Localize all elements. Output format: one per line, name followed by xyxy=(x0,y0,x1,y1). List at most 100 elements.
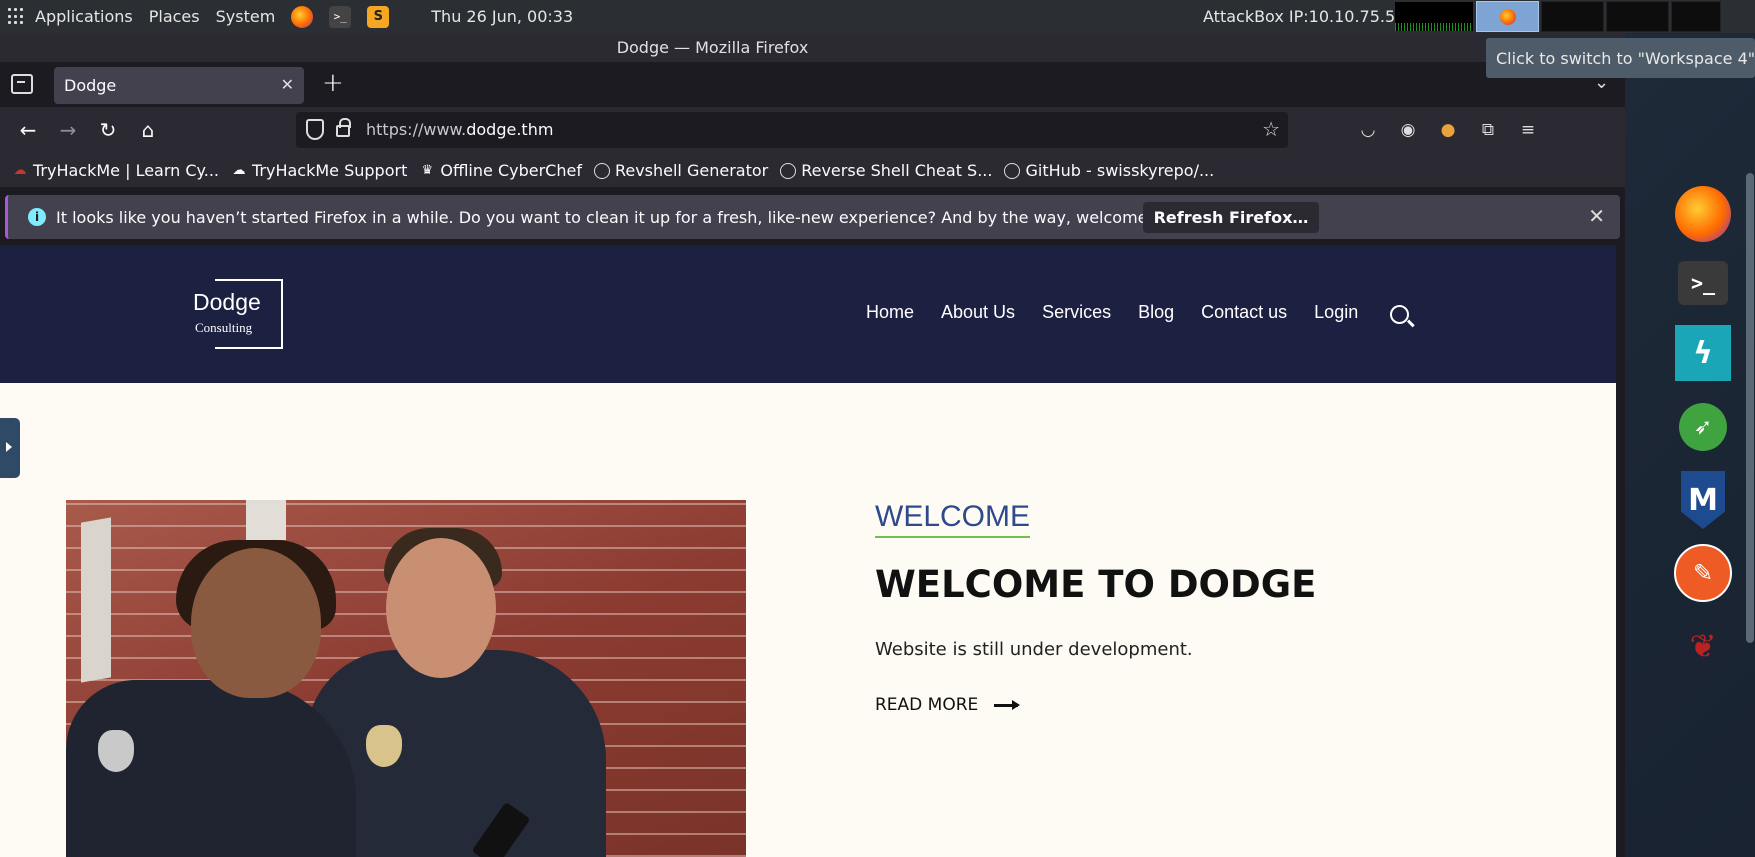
applications-label: Applications xyxy=(35,7,133,26)
nav-services[interactable]: Services xyxy=(1042,302,1111,323)
tracking-protection-icon[interactable] xyxy=(306,119,324,140)
applications-menu[interactable]: Applications xyxy=(0,0,141,33)
menu-icon[interactable]: ≡ xyxy=(1517,119,1539,141)
bolt-app-dock-icon[interactable]: ϟ xyxy=(1675,325,1731,381)
postman-dock-icon[interactable]: ✎ xyxy=(1674,544,1732,602)
logo-title[interactable]: Dodge xyxy=(193,289,261,316)
bookmark-label: TryHackMe | Learn Cy... xyxy=(33,161,219,180)
police-badge-icon xyxy=(98,730,134,772)
attackbox-ip: AttackBox IP:10.10.75.59 xyxy=(1203,7,1406,26)
rocket-app-dock-icon[interactable]: ➶ xyxy=(1679,403,1727,451)
bookmark-label: Offline CyberChef xyxy=(440,161,582,180)
nav-contact-us[interactable]: Contact us xyxy=(1201,302,1287,323)
navigation-toolbar: ← → ↻ ⌂ https://www.dodge.thm ☆ ◡ ◉ ● ⧉ … xyxy=(0,107,1625,154)
welcome-eyebrow: WELCOME xyxy=(875,500,1031,538)
close-notification-icon[interactable]: ✕ xyxy=(1588,204,1605,228)
bookmark-label: Revshell Generator xyxy=(614,161,769,180)
cyberchef-icon: ♛ xyxy=(421,163,434,178)
page-viewport: Dodge Consulting Home About Us Services … xyxy=(0,245,1616,857)
desktop: Applications Places System >_ S Thu 26 J… xyxy=(0,0,1755,857)
metasploit-dock-icon[interactable]: M xyxy=(1681,471,1725,529)
bookmark-tryhackme-support[interactable]: ☁ TryHackMe Support xyxy=(231,161,408,180)
read-more-label: READ MORE xyxy=(875,695,979,715)
bookmark-label: TryHackMe Support xyxy=(252,161,408,180)
places-menu[interactable]: Places xyxy=(141,0,208,33)
tab-dodge[interactable]: Dodge ✕ xyxy=(54,67,304,104)
nav-about-us[interactable]: About Us xyxy=(941,302,1015,323)
terminal-dock-icon[interactable]: >_ xyxy=(1678,261,1728,305)
nav-blog[interactable]: Blog xyxy=(1138,302,1174,323)
account-icon[interactable]: ◉ xyxy=(1397,119,1419,141)
bookmark-star-icon[interactable]: ☆ xyxy=(1262,117,1280,141)
bookmark-revshell-generator[interactable]: Revshell Generator xyxy=(593,161,769,180)
new-tab-button[interactable]: + xyxy=(322,68,344,98)
firefox-icon xyxy=(1499,8,1516,25)
notification-message: It looks like you haven’t started Firefo… xyxy=(56,207,1198,227)
bookmarks-bar: ☁ TryHackMe | Learn Cy... ☁ TryHackMe Su… xyxy=(0,154,1625,187)
firefox-launcher-icon[interactable] xyxy=(291,5,314,28)
bookmark-label: GitHub - swisskyrepo/... xyxy=(1025,161,1215,180)
kali-dragon-dock-icon[interactable]: ❦ xyxy=(1675,618,1731,674)
nav-home[interactable]: Home xyxy=(866,302,914,323)
nav-login[interactable]: Login xyxy=(1314,302,1358,323)
foxyproxy-extension-icon[interactable]: ● xyxy=(1437,119,1459,141)
terminal-launcher-icon[interactable]: >_ xyxy=(329,5,352,28)
workspace-3[interactable] xyxy=(1606,1,1669,32)
refresh-firefox-button[interactable]: Refresh Firefox… xyxy=(1143,202,1319,233)
bookmark-label: Reverse Shell Cheat S... xyxy=(801,161,993,180)
extensions-icon[interactable]: ⧉ xyxy=(1477,119,1499,141)
bookmark-cyberchef[interactable]: ♛ Offline CyberChef xyxy=(419,161,582,180)
globe-icon xyxy=(780,162,797,179)
url-bar[interactable]: https://www.dodge.thm ☆ xyxy=(296,112,1288,148)
reload-button[interactable]: ↻ xyxy=(96,118,120,142)
url-text[interactable]: https://www.dodge.thm xyxy=(366,120,553,139)
tab-bar: Dodge ✕ + ⌄ xyxy=(0,62,1625,107)
main-nav: Home About Us Services Blog Contact us L… xyxy=(866,302,1385,323)
clock[interactable]: Thu 26 Jun, 00:33 xyxy=(423,0,581,33)
workspace-4[interactable] xyxy=(1671,1,1721,32)
url-host: dodge.thm xyxy=(466,120,554,139)
workspace-tooltip: Click to switch to "Workspace 4" xyxy=(1486,38,1755,78)
globe-icon xyxy=(593,162,610,179)
dock: >_ ϟ ➶ M ✎ ❦ xyxy=(1625,33,1755,857)
bookmark-github[interactable]: GitHub - swisskyrepo/... xyxy=(1004,161,1214,180)
bookmark-tryhackme[interactable]: ☁ TryHackMe | Learn Cy... xyxy=(12,161,220,180)
hero-image xyxy=(66,500,746,857)
support-icon: ☁ xyxy=(232,163,246,178)
forward-button[interactable]: → xyxy=(56,118,80,142)
logo-subtitle[interactable]: Consulting xyxy=(195,320,252,336)
home-button[interactable]: ⌂ xyxy=(136,118,160,142)
bookmark-reverse-shell-cheat-sheet[interactable]: Reverse Shell Cheat S... xyxy=(780,161,992,180)
url-prefix: https://www. xyxy=(366,120,467,139)
info-icon: i xyxy=(28,208,46,226)
search-icon[interactable] xyxy=(1390,305,1409,324)
sublime-launcher-icon[interactable]: S xyxy=(367,5,390,28)
tryhackme-icon: ☁ xyxy=(13,163,27,178)
firefox-window: Dodge — Mozilla Firefox Dodge ✕ + ⌄ ← → … xyxy=(0,33,1625,857)
pocket-icon[interactable]: ◡ xyxy=(1357,119,1379,141)
lock-icon[interactable] xyxy=(336,118,351,137)
close-tab-icon[interactable]: ✕ xyxy=(281,75,294,94)
sidebar-toggle-handle[interactable] xyxy=(0,418,20,478)
top-panel: Applications Places System >_ S Thu 26 J… xyxy=(0,0,1755,33)
window-titlebar[interactable]: Dodge — Mozilla Firefox xyxy=(0,33,1625,62)
police-badge-icon xyxy=(366,725,402,767)
workspace-1[interactable] xyxy=(1476,1,1539,32)
window-title: Dodge — Mozilla Firefox xyxy=(616,38,809,57)
system-menu[interactable]: System xyxy=(208,0,284,33)
system-monitor[interactable] xyxy=(1395,2,1473,31)
welcome-heading: WELCOME TO DODGE xyxy=(875,563,1317,606)
workspace-2[interactable] xyxy=(1541,1,1604,32)
site-header: Dodge Consulting Home About Us Services … xyxy=(0,245,1616,383)
firefox-dock-icon[interactable] xyxy=(1675,186,1731,242)
github-icon xyxy=(1004,162,1021,179)
back-button[interactable]: ← xyxy=(16,118,40,142)
arrow-right-icon xyxy=(994,699,1021,710)
refresh-notification-bar: i It looks like you haven’t started Fire… xyxy=(5,195,1620,239)
firefox-view-icon[interactable] xyxy=(11,74,33,94)
welcome-text: Website is still under development. xyxy=(875,639,1193,660)
app-grid-icon xyxy=(8,8,25,25)
tab-label: Dodge xyxy=(64,76,117,95)
read-more-link[interactable]: READ MORE xyxy=(875,695,1021,715)
dock-scrollbar[interactable] xyxy=(1746,173,1754,643)
